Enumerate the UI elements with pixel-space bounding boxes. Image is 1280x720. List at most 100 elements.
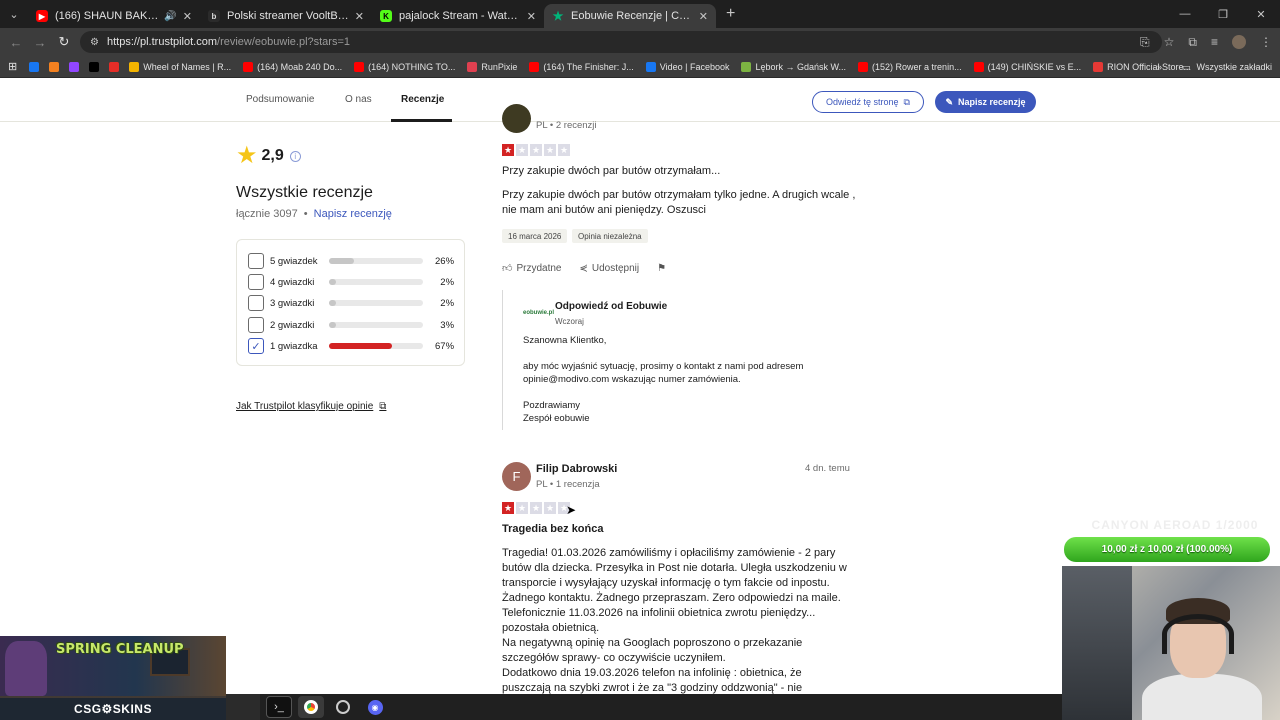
filter-checkbox[interactable] [248, 274, 264, 290]
visit-website-button[interactable]: Odwiedź tę stronę ⧉ [812, 91, 924, 113]
bookmark-favicon-icon [69, 61, 80, 72]
filter-bar-fill [329, 322, 336, 328]
filter-checkbox[interactable]: ✓ [248, 338, 264, 354]
date-chip: 16 marca 2026 [502, 229, 568, 243]
tab-title: pajalock Stream - Watch Live o [399, 10, 521, 22]
review-text-line: Na negatywną opinię na Googlach poproszo… [502, 637, 803, 649]
game-banner: SPRING CLEANUP [56, 642, 184, 657]
nav-reviews[interactable]: Recenzje [401, 94, 444, 105]
bookmark-item[interactable]: (149) CHIŃSKIE vs E... [973, 61, 1081, 72]
bookmark-favicon-icon [89, 61, 100, 72]
review-text-line: Dodatkowo dnia 19.03.2026 telefon na inf… [502, 667, 802, 679]
star-icon: ★ [544, 144, 556, 156]
bookmark-item[interactable] [69, 61, 83, 72]
tab-2[interactable]: b Polski streamer VooltBanicja za ✕ [200, 4, 372, 28]
close-icon[interactable]: ✕ [183, 10, 192, 23]
close-window-icon[interactable]: ✕ [1242, 0, 1280, 28]
useful-button[interactable]: 👍︎ Przydatne [502, 262, 561, 275]
filter-checkbox[interactable] [248, 317, 264, 333]
write-review-label: Napisz recenzję [958, 97, 1026, 107]
speaker-icon[interactable]: 🔊 [164, 11, 176, 22]
filter-label: 2 gwiazdki [270, 319, 315, 331]
bookmark-item[interactable] [109, 61, 123, 72]
star-icon: ★ [544, 502, 556, 514]
bookmark-item[interactable]: (164) The Finisher: J... [529, 61, 634, 72]
address-bar[interactable]: ⚙ https://pl.trustpilot.com/review/eobuw… [80, 31, 1162, 53]
menu-icon[interactable]: ⋮ [1260, 35, 1272, 49]
reviewer-avatar[interactable]: F [502, 462, 531, 491]
forward-icon[interactable]: → [28, 35, 52, 50]
bookmark-item[interactable]: (164) Moab 240 Do... [243, 61, 342, 72]
star-filter-row[interactable]: 5 gwiazdek 26% [248, 253, 454, 269]
chevron-right-icon[interactable]: » [1157, 62, 1162, 72]
flag-icon[interactable]: ⚑ [657, 263, 666, 274]
close-icon[interactable]: ✕ [527, 10, 536, 23]
tab-4-active[interactable]: ★ Eobuwie Recenzje | Czytaj recen ✕ [544, 4, 716, 28]
reviewer-name[interactable]: Filip Dabrowski [536, 463, 617, 475]
bookmark-item[interactable]: Lębork → Gdańsk W... [741, 61, 846, 72]
bookmark-label: Video | Facebook [659, 61, 730, 72]
star-filter-row[interactable]: 3 gwiazdki 2% [248, 295, 454, 311]
star-filter-row[interactable]: 2 gwiazdki 3% [248, 317, 454, 333]
new-tab-button[interactable]: + [726, 5, 735, 23]
browser-toolbar: ← → ↻ ⚙ https://pl.trustpilot.com/review… [0, 28, 1280, 56]
review-title[interactable]: Tragedia bez końca [502, 523, 603, 535]
independent-badge[interactable]: Opinia niezależna [572, 229, 648, 243]
media-icon[interactable]: ≡ [1211, 35, 1218, 49]
extensions-icon[interactable]: ⧉ [1188, 35, 1197, 50]
bookmark-item[interactable]: Wheel of Names | R... [129, 61, 231, 72]
profile-avatar[interactable] [1232, 35, 1246, 49]
bookmark-item[interactable]: (152) Rower a trenin... [858, 61, 962, 72]
review-title[interactable]: Przy zakupie dwóch par butów otrzymałam.… [502, 165, 720, 177]
filter-checkbox[interactable] [248, 253, 264, 269]
bookmark-favicon-icon [645, 61, 656, 72]
bookmark-item[interactable] [29, 61, 43, 72]
star-filter-row[interactable]: ✓ 1 gwiazdka 67% [248, 338, 454, 354]
goal-title: CANYON AEROAD 1/2000 [1091, 518, 1259, 532]
write-review-button[interactable]: ✎ Napisz recenzję [935, 91, 1036, 113]
folder-icon: ▭ [1181, 61, 1191, 72]
share-button[interactable]: ⋞ Udostępnij [579, 263, 639, 274]
restore-icon[interactable]: ❐ [1204, 0, 1242, 28]
star-filter-box: 5 gwiazdek 26% 4 gwiazdki 2% 3 gwiazdki 2% 2 g… [236, 239, 465, 366]
close-icon[interactable]: ✕ [355, 10, 364, 23]
obs-icon[interactable] [330, 696, 356, 718]
all-bookmarks-label: Wszystkie zakładki [1196, 62, 1272, 72]
external-link-icon: ⧉ [379, 401, 387, 412]
terminal-icon[interactable]: ›_ [266, 696, 292, 718]
chrome-icon[interactable] [298, 696, 324, 718]
nav-about[interactable]: O nas [345, 94, 372, 105]
bookmark-item[interactable]: (164) NOTHING TO... [354, 61, 455, 72]
close-icon[interactable]: ✕ [699, 10, 708, 23]
bookmark-item[interactable] [89, 61, 103, 72]
streamer-shirt [1142, 674, 1262, 720]
info-icon[interactable]: i [289, 150, 301, 162]
tab-search-icon[interactable]: ⌄ [0, 0, 28, 28]
reply-date: Wczoraj [555, 317, 584, 326]
reply-line: Szanowna Klientko, [523, 335, 607, 346]
nav-summary[interactable]: Podsumowanie [246, 94, 314, 105]
apps-icon[interactable]: ⊞ [8, 60, 17, 73]
reply-line: Pozdrawiamy [523, 400, 581, 411]
back-icon[interactable]: ← [4, 35, 28, 50]
bookmark-star-icon[interactable]: ☆ [1164, 35, 1175, 49]
bookmark-item[interactable] [49, 61, 63, 72]
tab-title: Polski streamer VooltBanicja za [227, 10, 349, 22]
bookmark-item[interactable]: RunPixie [467, 61, 517, 72]
reload-icon[interactable]: ↻ [52, 34, 76, 50]
star-filter-row[interactable]: 4 gwiazdki 2% [248, 274, 454, 290]
install-icon[interactable]: ⎘ [1140, 35, 1150, 50]
filter-bar-fill [329, 258, 354, 264]
discord-icon[interactable]: ◉ [362, 696, 388, 718]
bookmark-favicon-icon [243, 61, 254, 72]
bookmark-item[interactable]: Video | Facebook [645, 61, 730, 72]
tab-3[interactable]: K pajalock Stream - Watch Live o ✕ [372, 4, 544, 28]
filter-bar-fill [329, 343, 393, 349]
tab-1[interactable]: ▶ (166) SHAUN BAKER feat M 🔊 ✕ [28, 4, 200, 28]
minimize-icon[interactable]: — [1166, 0, 1204, 28]
site-info-icon[interactable]: ⚙ [90, 37, 99, 48]
filter-checkbox[interactable] [248, 295, 264, 311]
how-trustpilot-ranks-link[interactable]: Jak Trustpilot klasyfikuje opinie ⧉ [236, 401, 386, 412]
all-bookmarks[interactable]: » ▭ Wszystkie zakładki [1157, 56, 1272, 78]
write-review-link[interactable]: Napisz recenzję [314, 208, 392, 220]
